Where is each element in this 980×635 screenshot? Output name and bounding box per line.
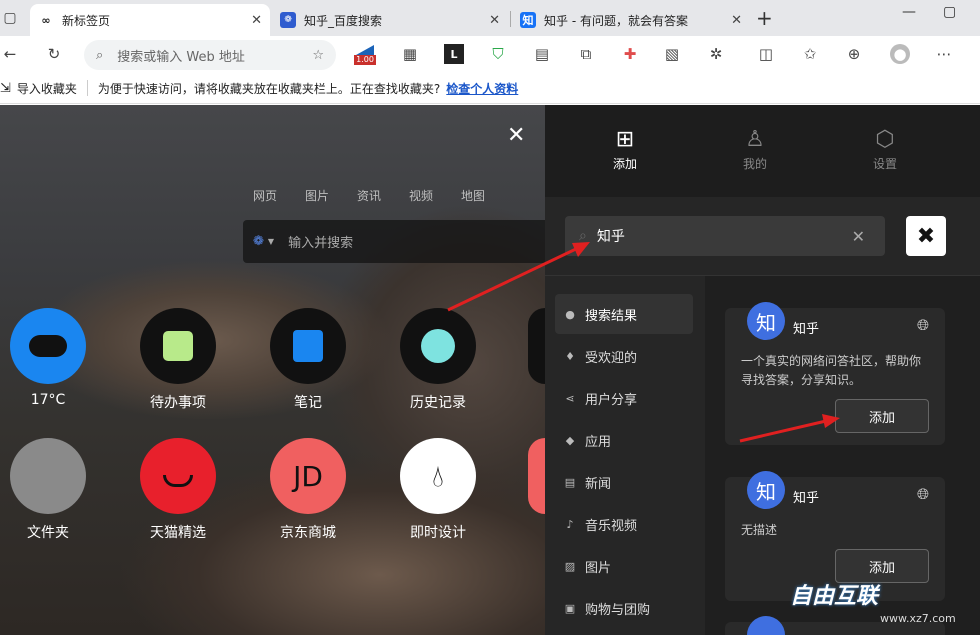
collections-icon[interactable]: ⊕	[844, 44, 864, 64]
maximize-icon[interactable]: ▢	[943, 4, 956, 20]
more-menu-icon[interactable]: ⋯	[934, 44, 954, 64]
split-screen-icon[interactable]: ◫	[756, 44, 776, 64]
favorites-icon[interactable]: ✩	[800, 44, 820, 64]
check-profile-link[interactable]: 检查个人资料	[446, 80, 518, 97]
tab-title: 新标签页	[62, 13, 111, 28]
watermark-logo: 自由互联	[790, 584, 879, 609]
search-icon: ⌕	[96, 47, 104, 63]
toolbar: ← ↻ ⌕ 搜索或输入 Web 地址 ☆ 1.00 ▦ L ⛉ ▤ ⧉ ✚ ▧ …	[0, 36, 980, 73]
profile-avatar-icon[interactable]: ●	[890, 44, 910, 64]
address-bar[interactable]: ⌕ 搜索或输入 Web 地址 ☆	[84, 40, 336, 70]
annotation-arrows	[447, 242, 840, 443]
extension-speed-icon[interactable]: 1.00	[352, 42, 378, 68]
arrow-to-search	[447, 246, 579, 312]
arrow-to-add	[739, 419, 827, 443]
close-tab-icon[interactable]: ✕	[251, 13, 262, 28]
address-placeholder: 搜索或输入 Web 地址	[117, 49, 245, 65]
import-favorites-button[interactable]: 导入收藏夹	[17, 80, 77, 97]
tab-new-tab[interactable]: ∞ 新标签页 ✕	[30, 4, 270, 36]
tab-separator	[510, 11, 511, 27]
page-content: ✕ 网页 图片 资讯 视频 地图 ❁ ▼ 输入并搜索 17°C 待办事项 笔记 …	[0, 105, 980, 635]
infinity-icon: ∞	[41, 13, 51, 27]
picture-ext-icon[interactable]: ▧	[662, 44, 682, 64]
tab-zhihu[interactable]: 知 知乎 - 有问题，就会有答案 ✕	[512, 4, 750, 36]
favbar-hint: 为便于快速访问，请将收藏夹放在收藏夹栏上。正在查找收藏夹?	[97, 81, 441, 96]
gift-ext-icon[interactable]: ✚	[620, 44, 640, 64]
collections-ext-icon[interactable]: ▦	[400, 44, 420, 64]
shield-ext-icon[interactable]: ⛉	[488, 44, 508, 64]
tab-baidu[interactable]: ❁ 知乎_百度搜索 ✕	[272, 4, 508, 36]
copy-ext-icon[interactable]: ⧉	[576, 44, 596, 64]
add-favorite-icon[interactable]: ☆	[312, 48, 324, 63]
extensions-puzzle-icon[interactable]: ✲	[706, 44, 726, 64]
close-tab-icon[interactable]: ✕	[489, 13, 500, 28]
speed-graphic	[356, 45, 374, 55]
back-icon[interactable]: ←	[0, 44, 20, 64]
speed-badge: 1.00	[354, 55, 376, 65]
favorites-bar: ⇲ 导入收藏夹 为便于快速访问，请将收藏夹放在收藏夹栏上。正在查找收藏夹? 检查…	[0, 73, 980, 104]
l-ext-icon[interactable]: L	[444, 44, 464, 64]
image-ext-icon[interactable]: ▤	[532, 44, 552, 64]
tab-strip: ▢ ∞ 新标签页 ✕ ❁ 知乎_百度搜索 ✕ 知 知乎 - 有问题，就会有答案 …	[0, 0, 980, 36]
tab-title: 知乎 - 有问题，就会有答案	[544, 13, 688, 28]
new-tab-button[interactable]: +	[756, 6, 773, 30]
close-tab-icon[interactable]: ✕	[731, 13, 742, 28]
minimize-icon[interactable]: —	[902, 4, 916, 20]
import-icon: ⇲	[0, 80, 11, 96]
baidu-paw-icon: ❁	[280, 12, 296, 28]
zhihu-icon: 知	[520, 12, 536, 28]
favbar-divider	[86, 80, 88, 96]
tab-title: 知乎_百度搜索	[304, 13, 383, 28]
watermark-url: www.xz7.com	[880, 612, 956, 625]
arrow-head	[822, 414, 840, 428]
tab-actions-icon[interactable]: ▢	[0, 8, 20, 28]
refresh-icon[interactable]: ↻	[44, 44, 64, 64]
